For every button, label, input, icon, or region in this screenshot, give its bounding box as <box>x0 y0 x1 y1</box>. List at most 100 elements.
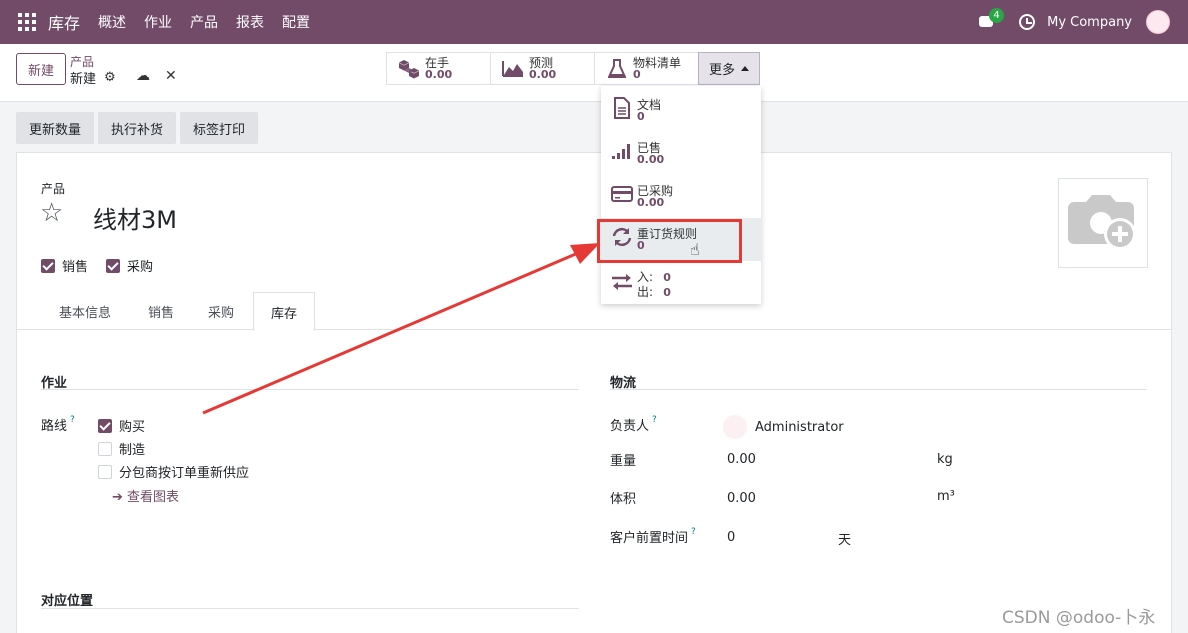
checkbox-checked[interactable] <box>106 258 120 273</box>
user-avatar <box>723 415 747 439</box>
tab-inventory[interactable]: 库存 <box>253 292 315 331</box>
hand-cursor-icon: ☝ <box>690 240 700 259</box>
dropdown-item-purchased[interactable]: 已采购 0.00 <box>601 175 761 218</box>
tab-purchase[interactable]: 采购 <box>208 302 234 321</box>
route-subcontract-checkbox[interactable]: 分包商按订单重新供应 <box>98 462 249 481</box>
nav-products[interactable]: 产品 <box>190 12 218 32</box>
arrow-right-icon: ➔ <box>112 490 123 505</box>
bom-value: 0 <box>633 67 641 81</box>
tab-general-info[interactable]: 基本信息 <box>59 302 111 321</box>
product-image-upload[interactable] <box>1058 178 1148 268</box>
product-name-field[interactable]: 线材3M <box>93 200 177 235</box>
route-buy-label: 购买 <box>119 420 146 435</box>
weight-unit: kg <box>937 452 953 467</box>
responsible-label: 负责人? <box>610 415 657 434</box>
can-be-purchased-label: 采购 <box>127 260 154 275</box>
flask-icon <box>605 58 629 79</box>
notebook-tabs: 基本信息 销售 采购 库存 <box>17 292 1172 331</box>
volume-input[interactable]: 0.00 <box>727 491 756 506</box>
nav-reporting[interactable]: 报表 <box>236 12 264 32</box>
smart-button-forecast[interactable]: 预测 0.00 <box>491 53 595 84</box>
exchange-icon <box>609 273 635 296</box>
volume-unit: m³ <box>937 489 955 504</box>
route-buy-checkbox[interactable]: 购买 <box>98 416 145 435</box>
forecast-label: 预测 <box>529 55 554 70</box>
nav-configuration[interactable]: 配置 <box>282 12 310 32</box>
top-navbar: 库存 概述 作业 产品 报表 配置 4 My Company <box>0 0 1188 44</box>
notification-badge: 4 <box>989 8 1005 23</box>
weight-label: 重量 <box>610 454 637 469</box>
counterpart-section-title: 对应位置 <box>41 594 94 609</box>
route-manufacture-label: 制造 <box>119 443 146 458</box>
purchased-value: 0.00 <box>637 195 665 209</box>
chat-icon[interactable]: 4 <box>977 8 1005 30</box>
more-label: 更多 <box>708 63 735 78</box>
form-sheet: 产品 ☆ 线材3M 销售 采购 基本信息 销售 采购 库存 作业 路线? 购买 <box>16 152 1172 633</box>
dropdown-item-in-out[interactable]: 入: 0 出: 0 <box>601 263 761 306</box>
documents-label: 文档 <box>637 97 662 112</box>
nav-overview[interactable]: 概述 <box>98 12 126 32</box>
purchased-label: 已采购 <box>637 183 674 198</box>
checkbox-unchecked[interactable] <box>98 441 112 456</box>
view-diagram-link[interactable]: ➔ 查看图表 <box>112 486 179 505</box>
lead-time-input[interactable]: 0 <box>727 530 735 545</box>
star-icon[interactable]: ☆ <box>40 198 63 228</box>
dropdown-item-sold[interactable]: 已售 0.00 <box>601 132 761 175</box>
can-be-sold-checkbox[interactable]: 销售 <box>41 256 88 275</box>
product-label: 产品 <box>41 182 66 196</box>
credit-card-icon <box>609 186 635 207</box>
app-name[interactable]: 库存 <box>48 10 80 34</box>
more-button[interactable]: 更多 <box>698 52 760 85</box>
dropdown-item-documents[interactable]: 文档 0 <box>601 89 761 132</box>
on-hand-value: 0.00 <box>425 67 453 81</box>
checkbox-checked[interactable] <box>41 258 55 273</box>
routes-label: 路线? <box>41 415 75 434</box>
more-dropdown-menu: 文档 0 已售 0.00 已采购 0.00 重订货规则 0 入: 0 出: 0 <box>601 86 761 304</box>
smart-button-on-hand[interactable]: 在手 0.00 <box>387 53 491 84</box>
new-button[interactable]: 新建 <box>16 53 66 85</box>
in-value: 0 <box>663 270 671 284</box>
apps-menu-icon[interactable] <box>18 13 36 31</box>
help-icon[interactable]: ? <box>70 415 75 425</box>
signal-icon <box>609 142 635 165</box>
can-be-sold-label: 销售 <box>62 260 89 275</box>
out-value: 0 <box>663 285 671 299</box>
documents-value: 0 <box>637 109 645 123</box>
forecast-value: 0.00 <box>529 67 557 81</box>
cloud-upload-icon[interactable]: ☁ <box>136 68 150 84</box>
clock-icon[interactable] <box>1019 14 1036 30</box>
checkbox-checked[interactable] <box>98 418 112 433</box>
bom-label: 物料清单 <box>633 55 682 70</box>
breadcrumb-current: 新建 <box>70 72 97 87</box>
responsible-field[interactable]: Administrator <box>723 415 844 439</box>
volume-label: 体积 <box>610 492 637 507</box>
in-label: 入: <box>637 269 654 284</box>
area-chart-icon <box>501 59 525 79</box>
can-be-purchased-checkbox[interactable]: 采购 <box>106 256 153 275</box>
replenish-button[interactable]: 执行补货 <box>98 112 176 144</box>
help-icon[interactable]: ? <box>691 527 696 537</box>
caret-up-icon <box>741 66 749 71</box>
nav-operations[interactable]: 作业 <box>144 12 172 32</box>
cubes-icon <box>397 59 421 79</box>
camera-add-icon <box>1068 195 1136 250</box>
print-labels-button[interactable]: 标签打印 <box>180 112 258 144</box>
update-quantity-button[interactable]: 更新数量 <box>16 112 94 144</box>
route-subcontract-label: 分包商按订单重新供应 <box>119 466 250 481</box>
checkbox-unchecked[interactable] <box>98 464 112 479</box>
customer-lead-time-label: 客户前置时间? <box>610 527 696 546</box>
gear-icon[interactable]: ⚙ <box>104 70 116 85</box>
smart-button-bom[interactable]: 物料清单 0 <box>595 53 699 84</box>
section-divider <box>41 389 579 390</box>
weight-input[interactable]: 0.00 <box>727 452 756 467</box>
smart-buttons: 在手 0.00 预测 0.00 物料清单 0 <box>386 52 700 85</box>
company-switcher[interactable]: My Company <box>1047 15 1132 30</box>
discard-icon[interactable]: ✕ <box>165 68 177 84</box>
out-label: 出: <box>637 284 654 299</box>
route-manufacture-checkbox[interactable]: 制造 <box>98 439 145 458</box>
on-hand-label: 在手 <box>425 55 450 70</box>
section-divider <box>41 608 579 609</box>
tab-sales[interactable]: 销售 <box>148 302 174 321</box>
user-avatar[interactable] <box>1146 10 1170 34</box>
help-icon[interactable]: ? <box>652 415 657 425</box>
